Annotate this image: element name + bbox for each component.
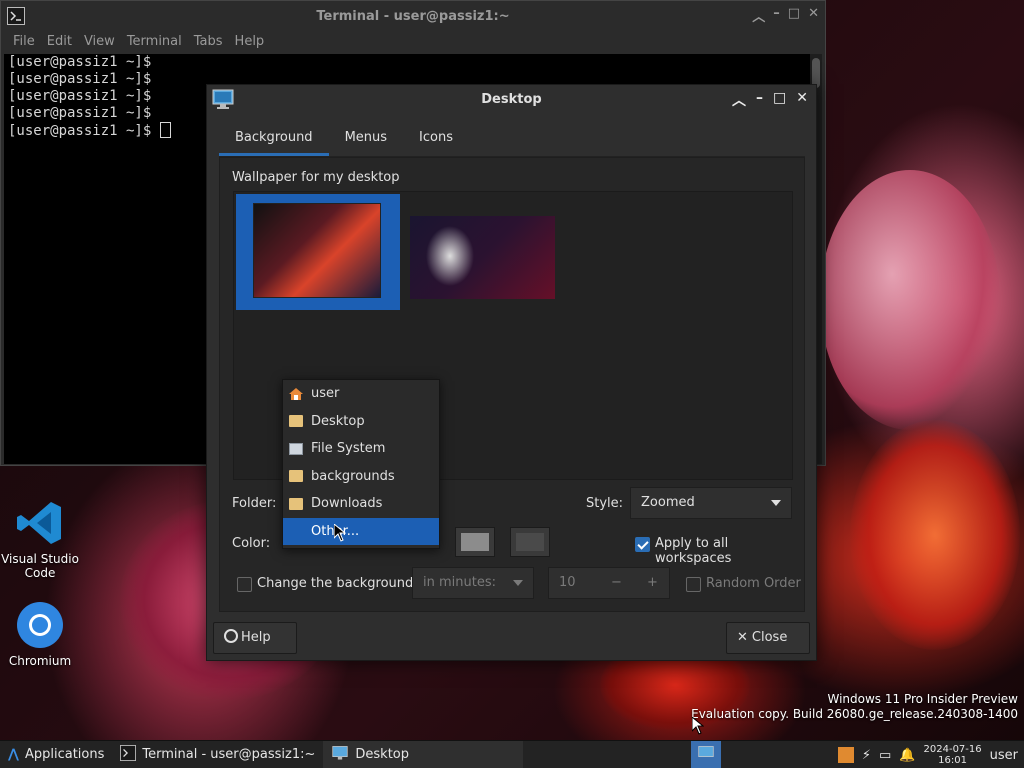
style-select-value: Zoomed bbox=[641, 495, 695, 510]
menu-edit[interactable]: Edit bbox=[41, 31, 78, 53]
folder-option-user[interactable]: user bbox=[283, 380, 439, 408]
close-icon[interactable]: ✕ bbox=[808, 6, 819, 25]
terminal-titlebar[interactable]: Terminal - user@passiz1:~ ︿ – □ ✕ bbox=[1, 1, 825, 31]
change-background-checkbox[interactable] bbox=[237, 577, 252, 592]
change-background-label: Change the background bbox=[257, 576, 414, 591]
random-order-label: Random Order bbox=[706, 576, 801, 591]
clock[interactable]: 2024-07-16 16:01 bbox=[924, 744, 982, 766]
terminal-line: [user@passiz1 ~]$ bbox=[8, 54, 152, 70]
menu-help[interactable]: Help bbox=[229, 31, 271, 53]
interval-unit-value: in minutes: bbox=[423, 575, 496, 590]
tab-menus[interactable]: Menus bbox=[329, 121, 403, 156]
random-order-checkbox[interactable] bbox=[686, 577, 701, 592]
terminal-menubar: File Edit View Terminal Tabs Help bbox=[1, 31, 825, 53]
chevron-up-icon[interactable]: ︿ bbox=[732, 90, 746, 110]
folder-option-filesystem[interactable]: File System bbox=[283, 435, 439, 463]
folder-icon bbox=[289, 470, 303, 483]
menu-tabs[interactable]: Tabs bbox=[188, 31, 229, 53]
interval-spinner[interactable]: 10 − + bbox=[548, 567, 670, 599]
style-label: Style: bbox=[586, 496, 624, 511]
terminal-title: Terminal - user@passiz1:~ bbox=[316, 8, 510, 24]
folder-dropdown-menu: user Desktop File System backgrounds Dow… bbox=[282, 379, 440, 549]
minimize-icon[interactable]: – bbox=[756, 90, 763, 110]
folder-label: Folder: bbox=[232, 496, 277, 511]
desktop-icon-vscode[interactable]: Visual Studio Code bbox=[0, 498, 80, 580]
interval-value: 10 bbox=[559, 575, 576, 590]
color-label: Color: bbox=[232, 536, 271, 551]
help-icon bbox=[224, 629, 238, 643]
wallpaper-thumbnail-selected[interactable] bbox=[236, 194, 400, 310]
close-icon: ✕ bbox=[737, 630, 748, 645]
taskbar-item-desktop[interactable]: Desktop bbox=[323, 740, 524, 768]
updates-icon[interactable] bbox=[837, 747, 854, 763]
user-menu[interactable]: user bbox=[990, 748, 1018, 763]
text-cursor bbox=[159, 122, 171, 138]
desktop-icon-chromium[interactable]: Chromium bbox=[0, 600, 80, 668]
style-select[interactable]: Zoomed bbox=[630, 487, 792, 519]
drive-icon bbox=[289, 442, 303, 455]
folder-option-other[interactable]: Other... bbox=[283, 517, 439, 545]
tab-background[interactable]: Background bbox=[219, 121, 329, 156]
folder-option-desktop[interactable]: Desktop bbox=[283, 408, 439, 436]
chevron-down-icon bbox=[771, 500, 781, 506]
close-icon[interactable]: ✕ bbox=[796, 90, 808, 110]
minus-icon[interactable]: − bbox=[611, 568, 622, 598]
close-button[interactable]: ✕ Close bbox=[726, 622, 810, 654]
desktop-settings-dialog[interactable]: Desktop ︿ – □ ✕ Background Menus Icons W… bbox=[206, 84, 817, 661]
dialog-title: Desktop bbox=[481, 91, 542, 107]
windows-watermark: Windows 11 Pro Insider Preview Evaluatio… bbox=[691, 692, 1018, 721]
menu-file[interactable]: File bbox=[7, 31, 41, 53]
menu-view[interactable]: View bbox=[78, 31, 121, 53]
maximize-icon[interactable]: □ bbox=[788, 6, 800, 25]
tab-icons[interactable]: Icons bbox=[403, 121, 469, 156]
folder-icon bbox=[289, 497, 303, 510]
network-disconnected-icon[interactable]: ⚡ bbox=[862, 748, 871, 763]
desktop-app-icon bbox=[212, 88, 234, 114]
terminal-app-icon bbox=[7, 7, 25, 29]
desktop-app-icon bbox=[331, 745, 349, 765]
folder-option-downloads[interactable]: Downloads bbox=[283, 490, 439, 518]
applications-menu-button[interactable]: ⋀ Applications bbox=[0, 741, 112, 768]
vscode-icon bbox=[15, 498, 65, 548]
folder-icon bbox=[289, 415, 303, 428]
apply-all-label: Apply to all workspaces bbox=[655, 536, 732, 566]
minimize-icon[interactable]: – bbox=[773, 6, 780, 25]
folder-option-backgrounds[interactable]: backgrounds bbox=[283, 463, 439, 491]
desktop-app-icon bbox=[697, 745, 715, 765]
desktop-icon-label: Chromium bbox=[8, 654, 72, 668]
interval-unit-select[interactable]: in minutes: bbox=[412, 567, 534, 599]
color-swatch-secondary[interactable] bbox=[510, 527, 550, 557]
wallpaper-thumbnail[interactable] bbox=[410, 216, 555, 299]
battery-icon[interactable]: ▭ bbox=[879, 748, 891, 763]
system-tray: ⚡ ▭ 🔔 2024-07-16 16:01 user bbox=[837, 741, 1024, 768]
chevron-up-icon[interactable]: ︿ bbox=[752, 6, 765, 25]
applications-icon: ⋀ bbox=[8, 747, 19, 762]
dialog-titlebar[interactable]: Desktop ︿ – □ ✕ bbox=[207, 85, 816, 113]
desktop-icon-label: Visual Studio Code bbox=[1, 552, 79, 580]
dialog-tabs: Background Menus Icons bbox=[219, 121, 805, 157]
wallpaper-image bbox=[253, 203, 381, 298]
notification-bell-icon[interactable]: 🔔 bbox=[899, 748, 915, 763]
help-button[interactable]: Help bbox=[213, 622, 297, 654]
chromium-icon bbox=[15, 600, 65, 650]
menu-terminal[interactable]: Terminal bbox=[121, 31, 188, 53]
plus-icon[interactable]: + bbox=[647, 568, 658, 598]
maximize-icon[interactable]: □ bbox=[773, 90, 786, 110]
taskbar: ⋀ Applications Terminal - user@passiz1:~… bbox=[0, 740, 1024, 768]
wallpaper-label: Wallpaper for my desktop bbox=[232, 170, 400, 185]
terminal-app-icon bbox=[120, 744, 137, 765]
taskbar-item-terminal[interactable]: Terminal - user@passiz1:~ bbox=[112, 741, 323, 768]
color-swatch-primary[interactable] bbox=[455, 527, 495, 557]
chevron-down-icon bbox=[513, 580, 523, 586]
home-icon bbox=[289, 387, 303, 400]
workspace-switcher[interactable] bbox=[691, 740, 722, 768]
apply-all-checkbox[interactable] bbox=[635, 537, 650, 552]
